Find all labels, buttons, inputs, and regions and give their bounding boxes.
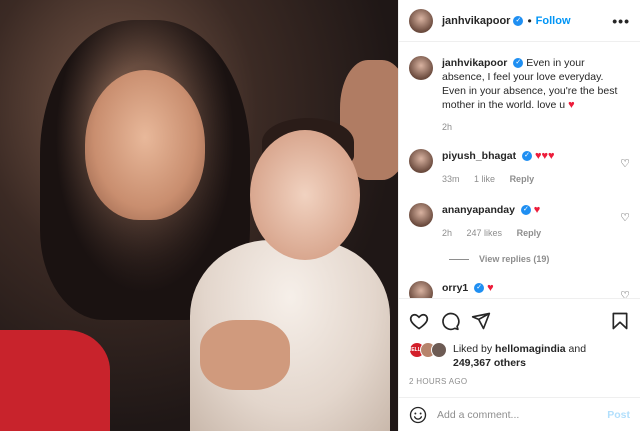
- likes-count[interactable]: 249,367 others: [453, 357, 526, 369]
- comment-item: piyush_bhagat ✓ ♥♥♥ 33m 1 like Reply ♡: [409, 149, 630, 186]
- post-actions: HELLO! Liked by hellomagindia and 249,36…: [399, 298, 640, 431]
- comment-text: ♥: [487, 282, 494, 294]
- verified-icon: ✓: [513, 15, 524, 26]
- caption: janhvikapoor ✓ Even in your absence, I f…: [409, 56, 630, 112]
- post-sidebar: janhvikapoor ✓ • Follow ••• janhvikapoor…: [398, 0, 640, 431]
- photo-red-clothing: [0, 330, 110, 431]
- comment-likes[interactable]: 1 like: [474, 174, 495, 184]
- caption-time: 2h: [442, 122, 453, 132]
- post-date[interactable]: 2 HOURS AGO: [409, 377, 630, 386]
- emoji-icon[interactable]: [409, 406, 427, 424]
- action-icons: [409, 309, 630, 333]
- bookmark-icon[interactable]: [610, 311, 630, 331]
- heart-icon[interactable]: [409, 311, 429, 331]
- heart-emoji: ♥: [568, 99, 575, 111]
- add-comment-bar: Post: [399, 397, 640, 431]
- separator-dot: •: [527, 13, 532, 28]
- commenter-avatar[interactable]: [409, 281, 433, 298]
- commenter-username[interactable]: ananyapanday: [442, 204, 515, 216]
- comment-body: ananyapanday ✓ ♥ 2h 247 likes Reply: [442, 203, 612, 240]
- follow-button[interactable]: Follow: [536, 15, 571, 27]
- comment-like-heart-icon[interactable]: ♡: [620, 157, 630, 170]
- comment-body: orry1 ✓ ♥: [442, 281, 612, 298]
- likes-text: Liked by hellomagindia and 249,367 other…: [453, 342, 586, 370]
- reply-button[interactable]: Reply: [510, 174, 535, 184]
- verified-icon: ✓: [474, 283, 485, 294]
- post-header: janhvikapoor ✓ • Follow •••: [399, 0, 640, 42]
- author-username[interactable]: janhvikapoor: [442, 15, 510, 27]
- comment-time: 33m: [442, 174, 460, 184]
- commenter-avatar[interactable]: [409, 203, 433, 227]
- comment-text: ♥♥♥: [534, 150, 555, 162]
- commenter-username[interactable]: piyush_bhagat: [442, 150, 516, 162]
- comment-like-heart-icon[interactable]: ♡: [620, 211, 630, 224]
- comment-meta: 33m 1 like Reply: [442, 172, 612, 186]
- liker-avatar[interactable]: [431, 342, 447, 358]
- liker-avatars: HELLO!: [408, 342, 447, 358]
- likes-summary: HELLO! Liked by hellomagindia and 249,36…: [408, 342, 630, 370]
- comment-likes[interactable]: 247 likes: [467, 228, 503, 238]
- likes-prefix: Liked by: [453, 343, 493, 355]
- comment-meta: 2h 247 likes Reply: [442, 226, 612, 240]
- replies-line: [449, 258, 469, 260]
- comment-item: ananyapanday ✓ ♥ 2h 247 likes Reply ♡: [409, 203, 630, 240]
- comment-like-heart-icon[interactable]: ♡: [620, 289, 630, 298]
- view-replies-button[interactable]: View replies (19): [449, 254, 630, 264]
- caption-avatar[interactable]: [409, 56, 433, 80]
- comment-text: ♥: [533, 204, 541, 216]
- more-options-icon[interactable]: •••: [612, 13, 630, 29]
- caption-username[interactable]: janhvikapoor: [442, 57, 507, 69]
- post-comment-button[interactable]: Post: [607, 409, 630, 421]
- liked-by-username[interactable]: hellomagindia: [495, 343, 566, 355]
- verified-icon: ✓: [520, 205, 531, 216]
- commenter-username[interactable]: orry1: [442, 282, 468, 294]
- likes-and: and: [568, 343, 587, 355]
- comment-time: 2h: [442, 228, 453, 238]
- author-avatar[interactable]: [409, 8, 433, 33]
- post-photo[interactable]: [0, 0, 398, 431]
- comment-input[interactable]: [437, 408, 608, 421]
- commenter-avatar[interactable]: [409, 149, 433, 173]
- caption-text: janhvikapoor ✓ Even in your absence, I f…: [442, 56, 622, 112]
- instagram-post: janhvikapoor ✓ • Follow ••• janhvikapoor…: [0, 0, 640, 431]
- share-icon[interactable]: [471, 311, 491, 331]
- photo-figure-woman: [85, 70, 205, 220]
- verified-icon: ✓: [522, 151, 533, 162]
- verified-icon: ✓: [513, 58, 524, 69]
- comments-list[interactable]: janhvikapoor ✓ Even in your absence, I f…: [399, 42, 640, 298]
- comment-icon[interactable]: [440, 311, 460, 331]
- photo-hand: [200, 320, 290, 390]
- reply-button[interactable]: Reply: [517, 228, 542, 238]
- photo-baby: [250, 130, 360, 260]
- comment-body: piyush_bhagat ✓ ♥♥♥ 33m 1 like Reply: [442, 149, 612, 186]
- comment-item: orry1 ✓ ♥ ♡: [409, 281, 630, 298]
- view-replies-label[interactable]: View replies (19): [479, 254, 549, 264]
